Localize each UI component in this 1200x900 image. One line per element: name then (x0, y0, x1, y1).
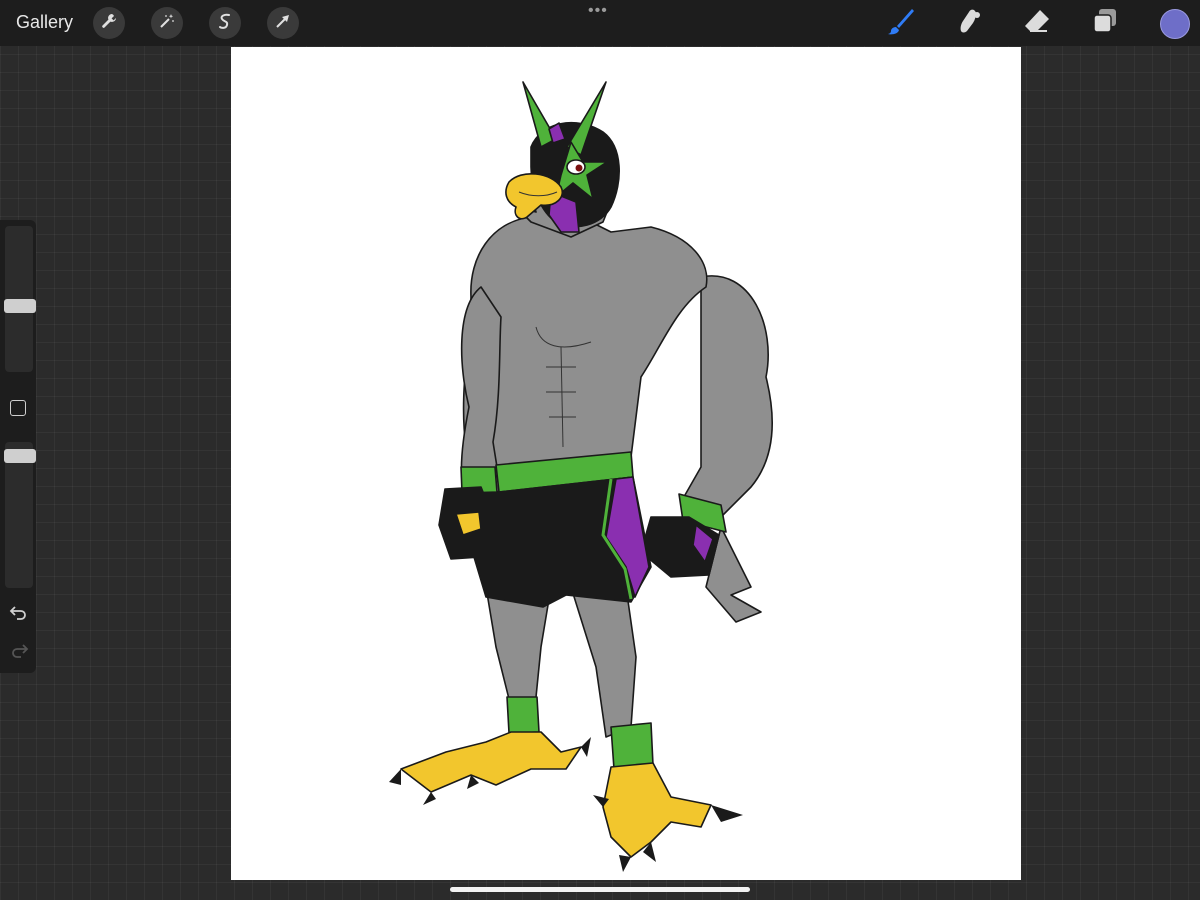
selection-button[interactable] (209, 7, 241, 39)
left-sidebar (0, 220, 36, 673)
transform-button[interactable] (267, 7, 299, 39)
actions-button[interactable] (93, 7, 125, 39)
brush-tool-button[interactable] (886, 8, 916, 38)
eraser-icon (1022, 6, 1052, 41)
smudge-icon (954, 6, 984, 41)
redo-button[interactable] (9, 641, 29, 659)
color-picker-button[interactable] (1160, 9, 1190, 39)
brush-icon (886, 6, 916, 41)
falcon-wrestler-illustration: .ln { stroke:#1a1a1a; stroke-width:1.6; … (389, 81, 774, 872)
adjustments-button[interactable] (151, 7, 183, 39)
drawing-canvas[interactable]: .ln { stroke:#1a1a1a; stroke-width:1.6; … (231, 47, 1021, 880)
transform-arrow-icon (274, 12, 292, 35)
undo-button[interactable] (9, 603, 29, 621)
undo-icon (9, 606, 29, 625)
redo-icon (9, 644, 29, 663)
gallery-button[interactable]: Gallery (16, 12, 73, 33)
selection-icon (216, 12, 234, 35)
home-indicator[interactable] (450, 887, 750, 892)
top-toolbar: Gallery ••• (0, 0, 1200, 46)
more-menu-icon[interactable]: ••• (588, 2, 608, 20)
modify-button[interactable] (10, 400, 26, 416)
layers-button[interactable] (1090, 8, 1120, 38)
smudge-tool-button[interactable] (954, 8, 984, 38)
opacity-slider-thumb[interactable] (4, 448, 36, 463)
wrench-icon (100, 12, 118, 35)
opacity-slider[interactable] (5, 442, 33, 588)
eraser-tool-button[interactable] (1022, 8, 1052, 38)
brush-size-slider-thumb[interactable] (4, 298, 36, 313)
layers-icon (1090, 6, 1120, 41)
magic-wand-icon (158, 12, 176, 35)
